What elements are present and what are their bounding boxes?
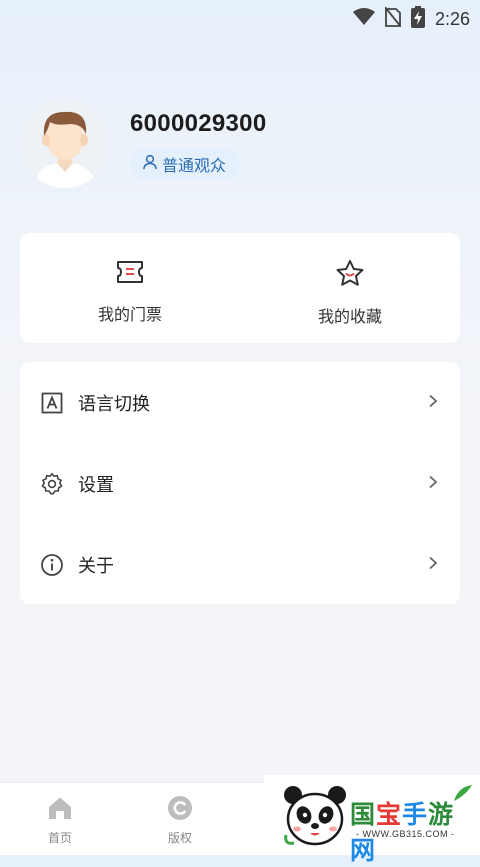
panda-logo-icon [282, 783, 348, 853]
copyright-icon [167, 795, 193, 825]
status-icons: 2:26 [352, 6, 470, 32]
profile-header: 6000029300 普通观众 [20, 98, 460, 188]
user-icon [142, 154, 158, 174]
home-icon [47, 795, 73, 825]
avatar[interactable] [20, 98, 110, 188]
tab-copyright-label: 版权 [167, 831, 192, 845]
watermark-url: - WWW.GB315.COM - [356, 829, 455, 839]
chevron-right-icon [426, 474, 440, 493]
user-id: 6000029300 [130, 110, 267, 137]
status-bar: 2:26 [0, 0, 480, 34]
wifi-icon [352, 8, 375, 30]
gear-icon [40, 472, 64, 496]
tab-copyright[interactable]: 版权 [150, 795, 210, 846]
battery-charging-icon [410, 6, 425, 32]
menu-item-settings-label: 设置 [78, 474, 114, 496]
my-favorites-label: 我的收藏 [317, 307, 382, 326]
no-sim-icon [384, 6, 402, 31]
language-icon [40, 391, 64, 415]
menu-item-about[interactable]: 关于 [20, 524, 460, 605]
chevron-right-icon [426, 555, 440, 574]
ticket-icon [115, 259, 145, 289]
watermark: 国宝手游网 - WWW.GB315.COM - [264, 775, 480, 865]
my-tickets-button[interactable]: 我的门票 [20, 233, 240, 343]
star-icon [335, 259, 365, 291]
tab-home-label: 首页 [47, 831, 72, 845]
role-badge: 普通观众 [130, 149, 241, 179]
quick-actions-card: 我的门票 我的收藏 [20, 233, 460, 343]
info-icon [40, 553, 64, 577]
menu-item-about-label: 关于 [78, 555, 114, 577]
menu-item-settings[interactable]: 设置 [20, 443, 460, 524]
tab-home[interactable]: 首页 [30, 795, 90, 846]
menu-card: 语言切换 设置 关于 [20, 362, 460, 604]
menu-item-language[interactable]: 语言切换 [20, 362, 460, 443]
my-favorites-button[interactable]: 我的收藏 [240, 233, 460, 343]
status-time: 2:26 [434, 8, 470, 29]
menu-item-language-label: 语言切换 [78, 393, 150, 415]
chevron-right-icon [426, 393, 440, 412]
role-badge-label: 普通观众 [162, 156, 227, 175]
my-tickets-label: 我的门票 [97, 305, 162, 324]
